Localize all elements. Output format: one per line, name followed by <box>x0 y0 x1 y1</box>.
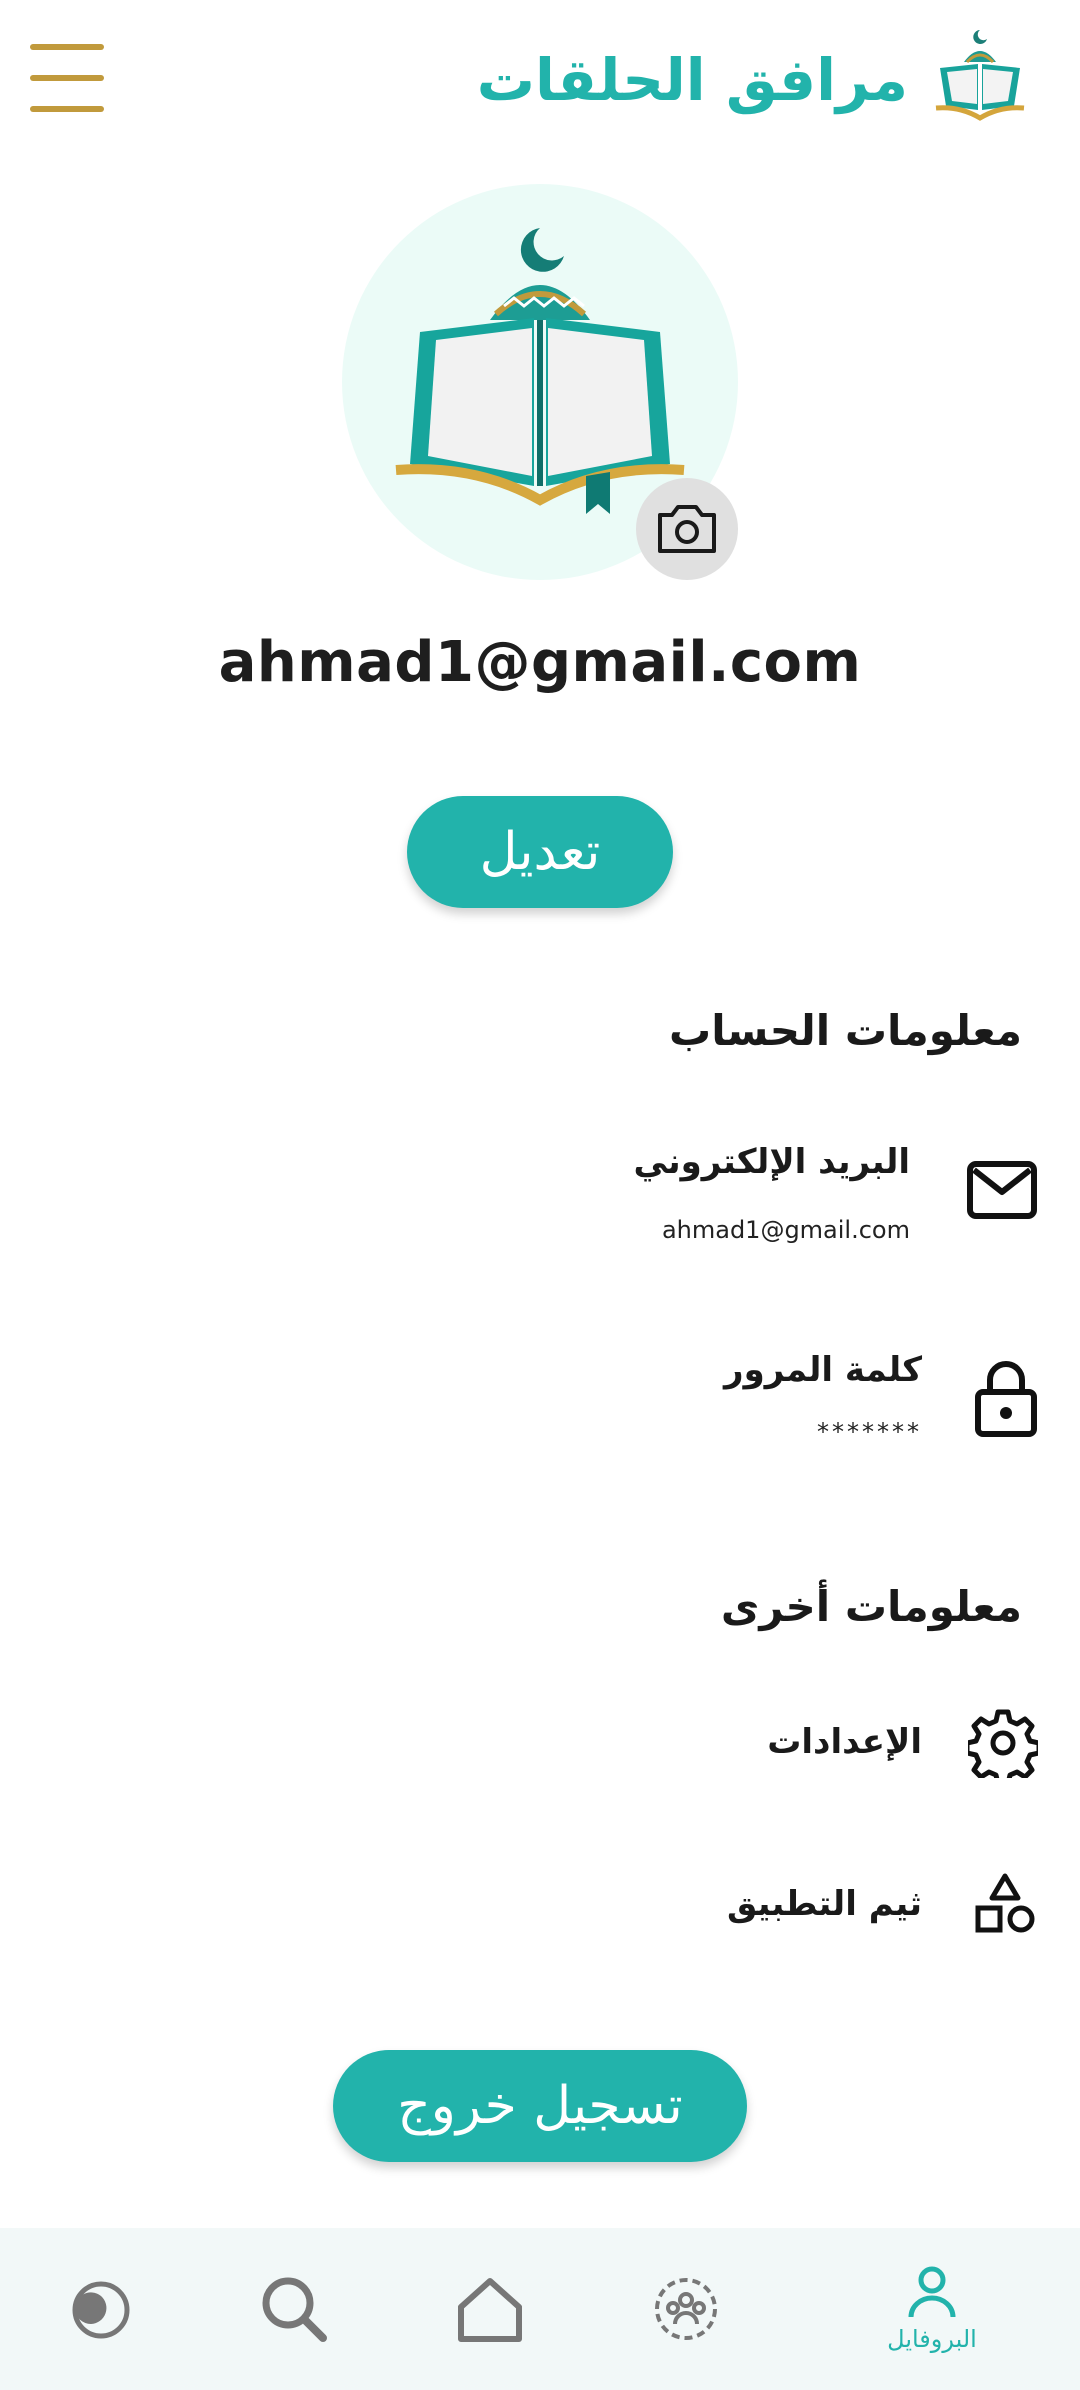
nav-item-profile[interactable]: البروفايل <box>842 2228 1022 2390</box>
nav-item-statistics[interactable] <box>8 2228 188 2390</box>
password-row[interactable]: كلمة المرور ******* <box>618 1336 1038 1456</box>
search-icon <box>262 2277 327 2342</box>
gear-icon <box>968 1709 1038 1778</box>
nav-label-profile: البروفايل <box>887 2325 977 2353</box>
app-logo-icon <box>935 30 1025 121</box>
group-icon <box>655 2278 717 2340</box>
settings-row[interactable]: الإعدادات <box>618 1700 1038 1790</box>
lock-icon <box>975 1361 1037 1437</box>
hamburger-menu-icon[interactable] <box>30 44 104 112</box>
email-row[interactable]: البريد الإلكتروني ahmad1@gmail.com <box>618 1130 1038 1250</box>
password-label: كلمة المرور <box>724 1350 922 1390</box>
user-email: ahmad1@gmail.com <box>218 630 862 695</box>
mail-icon <box>967 1161 1037 1219</box>
app-theme-label: ثيم التطبيق <box>727 1884 922 1924</box>
settings-label: الإعدادات <box>767 1722 922 1762</box>
shapes-icon <box>975 1873 1035 1933</box>
logout-button[interactable]: تسجيل خروج <box>333 2050 747 2162</box>
app-theme-row[interactable]: ثيم التطبيق <box>618 1862 1038 1952</box>
email-value: ahmad1@gmail.com <box>661 1216 910 1244</box>
bottom-navigation: البروفايل <box>0 2228 1080 2390</box>
user-icon <box>908 2266 956 2318</box>
change-photo-button[interactable] <box>636 478 738 580</box>
edit-profile-button[interactable]: تعديل <box>407 796 673 908</box>
app-title: مرافق الحلقات <box>476 46 908 114</box>
quran-mosque-logo-icon <box>395 228 685 514</box>
profile-screen: مرافق الحلقات ahmad1@gmail.com تعديل معل… <box>0 0 1080 2390</box>
nav-item-search[interactable] <box>204 2228 384 2390</box>
home-icon <box>458 2278 522 2342</box>
email-label: البريد الإلكتروني <box>633 1142 910 1182</box>
password-value: ******* <box>817 1418 922 1446</box>
account-info-title: معلومات الحساب <box>669 1006 1022 1055</box>
other-info-title: معلومات أخرى <box>720 1582 1022 1631</box>
nav-item-home[interactable] <box>400 2228 580 2390</box>
pie-chart-icon <box>72 2281 130 2339</box>
nav-item-circles[interactable] <box>596 2228 776 2390</box>
camera-icon <box>658 505 716 553</box>
